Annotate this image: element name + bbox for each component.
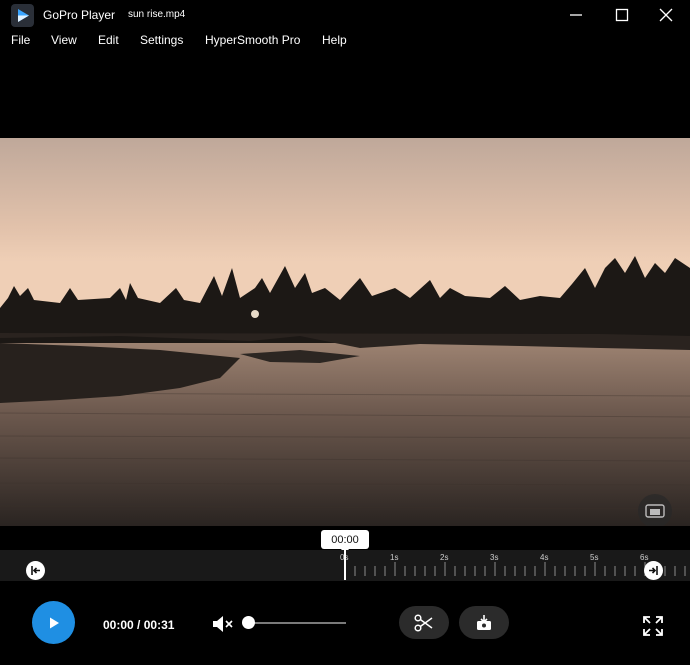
picture-in-picture-icon — [645, 504, 665, 518]
speaker-muted-icon — [213, 616, 233, 632]
tick-label-1s: 1s — [390, 553, 399, 562]
menu-bar: File View Edit Settings HyperSmooth Pro … — [0, 30, 690, 52]
trim-button[interactable] — [399, 606, 449, 639]
playhead[interactable] — [344, 549, 346, 580]
frame-grab-icon — [477, 614, 491, 630]
volume-slider-knob[interactable] — [242, 616, 255, 629]
close-icon — [659, 8, 673, 22]
menu-view[interactable]: View — [51, 33, 77, 47]
fullscreen-button[interactable] — [641, 614, 665, 638]
scissors-icon — [414, 613, 433, 632]
time-separator: / — [137, 618, 141, 632]
menu-hypersmooth-pro[interactable]: HyperSmooth Pro — [205, 33, 300, 47]
play-icon — [49, 617, 59, 628]
minimize-icon — [570, 14, 582, 16]
menu-settings[interactable]: Settings — [140, 33, 183, 47]
current-time: 00:00 — [103, 618, 134, 632]
tick-label-5s: 5s — [590, 553, 599, 562]
menu-file[interactable]: File — [11, 33, 30, 47]
maximize-icon — [615, 8, 629, 22]
frame-grab-button[interactable] — [459, 606, 509, 639]
tick-label-2s: 2s — [440, 553, 449, 562]
time-readout: 00:00 / 00:31 — [103, 618, 174, 632]
trim-start-handle[interactable] — [26, 561, 45, 580]
trim-end-handle[interactable] — [644, 561, 663, 580]
menu-edit[interactable]: Edit — [98, 33, 119, 47]
maximize-button[interactable] — [602, 3, 642, 27]
tick-label-6s: 6s — [640, 553, 649, 562]
mute-button[interactable] — [210, 612, 236, 636]
menu-help[interactable]: Help — [322, 33, 347, 47]
fullscreen-icon — [643, 616, 663, 636]
trim-start-icon — [31, 566, 40, 575]
tick-label-4s: 4s — [540, 553, 549, 562]
tick-label-3s: 3s — [490, 553, 499, 562]
video-frame[interactable] — [0, 138, 690, 526]
playhead-time-bubble: 00:00 — [321, 530, 369, 554]
close-button[interactable] — [646, 3, 686, 27]
play-button[interactable] — [32, 601, 75, 644]
minimize-button[interactable] — [556, 3, 596, 27]
title-bar: GoPro Player sun rise.mp4 — [0, 0, 690, 30]
volume-slider-track[interactable] — [248, 622, 346, 624]
trim-end-icon — [649, 566, 658, 575]
picture-in-picture-button[interactable] — [638, 494, 672, 526]
total-duration: 00:31 — [143, 618, 175, 632]
gopro-player-icon — [11, 4, 34, 27]
file-name: sun rise.mp4 — [128, 9, 186, 20]
app-title: GoPro Player — [43, 8, 116, 22]
